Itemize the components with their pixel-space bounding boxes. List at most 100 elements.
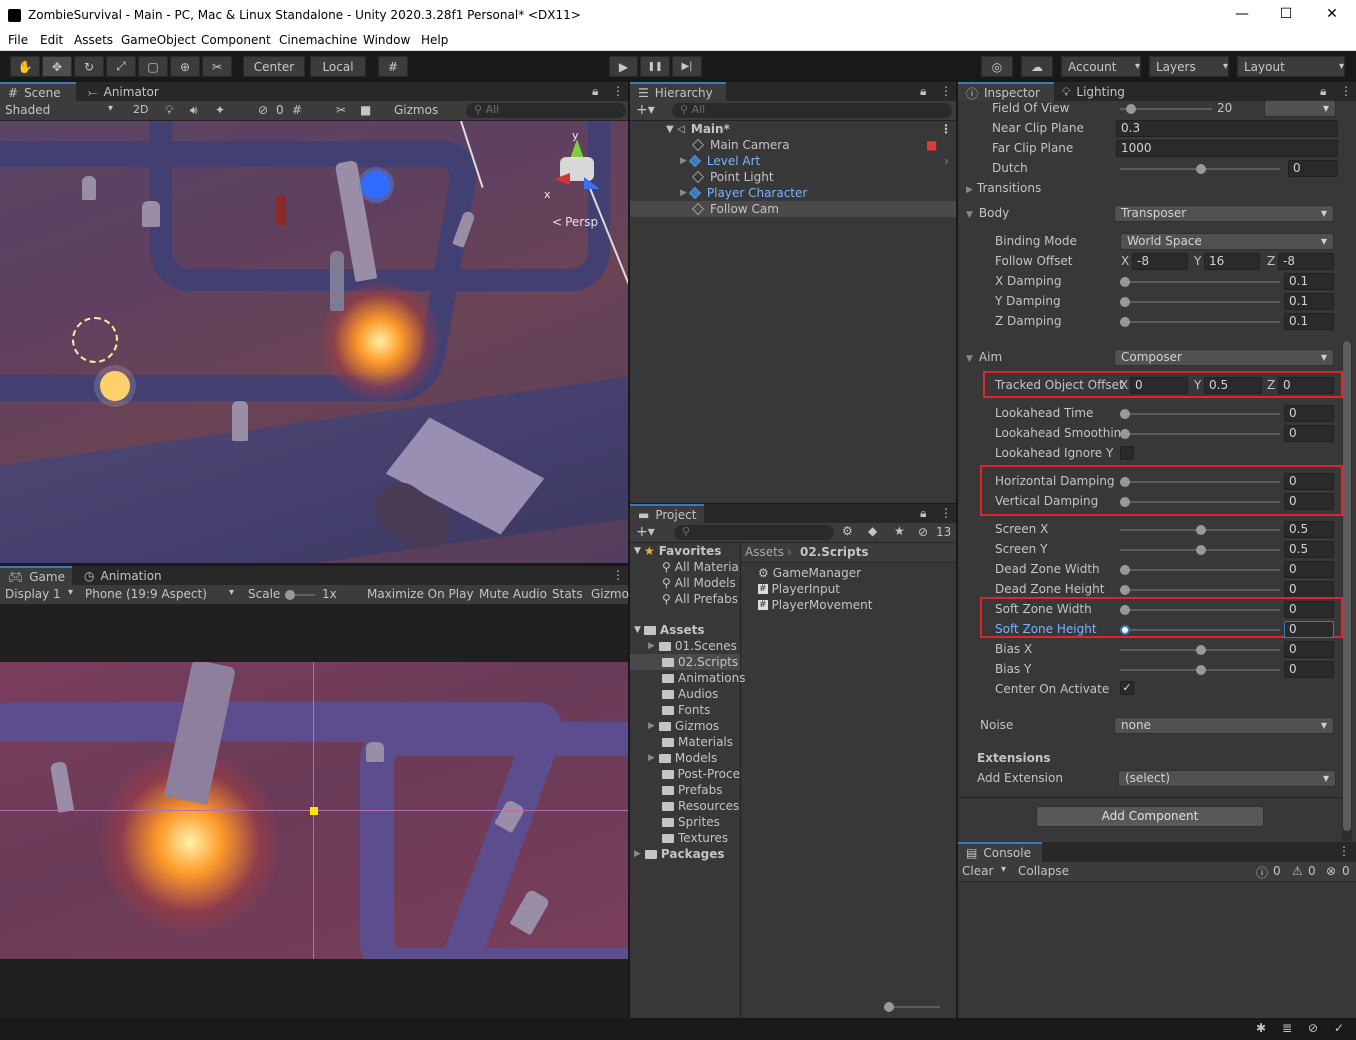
gizmos-button[interactable]: Gizmo <box>591 587 629 601</box>
slider-knob[interactable] <box>1120 605 1130 615</box>
kebab-menu-icon[interactable]: ⋮ <box>940 506 952 520</box>
light-bulb-icon[interactable] <box>100 371 130 401</box>
slider-knob[interactable] <box>285 590 295 600</box>
tab-console[interactable]: ▤ Console <box>958 842 1042 862</box>
bug-icon[interactable]: ✱ <box>1256 1021 1266 1035</box>
tab-project[interactable]: ▬ Project <box>630 504 704 524</box>
list-item[interactable]: ▶ Gizmos <box>648 718 719 734</box>
warning-icon[interactable]: ⚠ <box>1292 864 1303 878</box>
follow-offset-x-field[interactable]: -8 <box>1132 253 1188 270</box>
expand-arrow-icon[interactable]: ▼ <box>634 625 641 635</box>
list-item[interactable]: Post-Proce <box>662 766 740 782</box>
scale-slider[interactable] <box>285 590 315 600</box>
expand-arrow-icon[interactable]: ▶ <box>648 721 655 731</box>
tab-animator[interactable]: ⤚ Animator <box>80 82 167 102</box>
step-button[interactable]: ▶| <box>672 56 702 77</box>
tools-icon[interactable]: ✂ <box>336 103 346 117</box>
menu-assets[interactable]: Assets <box>74 33 113 47</box>
maximize-on-play-button[interactable]: Maximize On Play <box>367 587 474 601</box>
list-item[interactable]: Animations <box>662 670 745 686</box>
gizmos-dropdown[interactable]: Gizmos <box>394 103 438 117</box>
split-divider[interactable] <box>740 543 741 1018</box>
slider-knob[interactable] <box>1196 645 1206 655</box>
bias-x-field[interactable]: 0 <box>1284 641 1334 658</box>
vertical-damping-slider[interactable] <box>1120 497 1280 507</box>
noise-dropdown[interactable]: none <box>1114 717 1334 734</box>
list-item[interactable]: ⚲ All Materia <box>662 559 739 575</box>
hierarchy-search-input[interactable]: ⚲ All <box>672 103 952 118</box>
scrollbar-thumb[interactable] <box>1343 341 1351 831</box>
kebab-menu-icon[interactable]: ⋮ <box>612 568 624 582</box>
near-clip-field[interactable]: 0.3 <box>1116 120 1338 137</box>
lookahead-smoothing-field[interactable]: 0 <box>1284 425 1334 442</box>
kebab-menu-icon[interactable]: ⋮ <box>940 84 952 98</box>
slider-knob[interactable] <box>1120 565 1130 575</box>
tracked-offset-y-field[interactable]: 0.5 <box>1204 377 1262 394</box>
account-dropdown[interactable]: Account <box>1061 56 1141 77</box>
list-item[interactable]: Point Light <box>630 169 956 185</box>
close-button[interactable]: ✕ <box>1322 6 1342 22</box>
tab-scene[interactable]: # Scene <box>0 82 76 102</box>
light-gizmo-icon[interactable] <box>72 317 118 363</box>
breadcrumb-assets[interactable]: Assets <box>745 545 784 559</box>
slider-knob[interactable] <box>1196 525 1206 535</box>
aspect-dropdown[interactable]: Phone (19:9 Aspect) <box>85 587 207 601</box>
add-icon[interactable]: +▾ <box>636 102 655 118</box>
add-component-button[interactable]: Add Component <box>1036 806 1264 827</box>
pivot-center-button[interactable]: Center <box>243 56 305 77</box>
y-axis-cone[interactable] <box>570 139 584 159</box>
kebab-menu-icon[interactable]: ⋮ <box>612 84 624 98</box>
move-tool-icon[interactable]: ✥ <box>42 56 72 77</box>
kebab-menu-icon[interactable]: ⋮ <box>1338 844 1350 858</box>
minimize-button[interactable]: — <box>1232 6 1252 22</box>
error-icon[interactable]: ⊗ <box>1326 864 1336 878</box>
collapse-button[interactable]: Collapse <box>1018 864 1069 878</box>
effects-toggle-icon[interactable]: ✦ <box>215 103 225 117</box>
soft-zone-height-slider[interactable] <box>1120 625 1280 635</box>
list-item[interactable]: Audios <box>662 686 718 702</box>
x-damping-field[interactable]: 0.1 <box>1284 273 1334 290</box>
breadcrumb-current[interactable]: 02.Scripts <box>800 545 869 559</box>
slider-knob[interactable] <box>1120 625 1130 635</box>
expand-arrow-icon[interactable]: ▶ <box>680 188 687 198</box>
menu-cinemachine[interactable]: Cinemachine <box>279 33 357 47</box>
screen-y-slider[interactable] <box>1120 545 1280 555</box>
assets-folder[interactable]: ▼ Assets <box>634 622 705 638</box>
sun-light-icon[interactable] <box>362 171 390 199</box>
field-of-view-slider[interactable] <box>1120 104 1212 114</box>
slider-knob[interactable] <box>1120 409 1130 419</box>
tab-animation[interactable]: ◷ Animation <box>76 566 170 586</box>
favorite-star-icon[interactable]: ★ <box>894 524 905 538</box>
info-icon[interactable]: ⓘ <box>1256 864 1268 881</box>
player-character[interactable] <box>276 195 286 225</box>
maximize-button[interactable]: ☐ <box>1276 6 1296 22</box>
screen-x-slider[interactable] <box>1120 525 1280 535</box>
camera-icon[interactable]: ■ <box>360 103 371 117</box>
list-item[interactable]: Follow Cam <box>630 201 956 217</box>
scale-tool-icon[interactable]: ⤢ <box>106 56 136 77</box>
soft-zone-height-field[interactable]: 0 <box>1284 621 1334 638</box>
custom-tool-icon[interactable]: ✂ <box>202 56 232 77</box>
grid-snap-icon[interactable]: # <box>378 56 408 77</box>
scrollbar-track[interactable] <box>1342 341 1352 841</box>
menu-edit[interactable]: Edit <box>40 33 63 47</box>
list-item[interactable]: ⚲ All Models <box>662 575 736 591</box>
favorites-folder[interactable]: ▼ ★ Favorites <box>634 543 721 559</box>
lookahead-smoothing-slider[interactable] <box>1120 429 1280 439</box>
list-item[interactable]: # PlayerMovement <box>758 597 872 613</box>
slider-knob[interactable] <box>1126 104 1136 114</box>
tracked-offset-z-field[interactable]: 0 <box>1278 377 1334 394</box>
menu-window[interactable]: Window <box>363 33 410 47</box>
menu-help[interactable]: Help <box>421 33 448 47</box>
hand-tool-icon[interactable]: ✋ <box>10 56 40 77</box>
transitions-foldout[interactable]: ▶ Transitions <box>966 181 1041 195</box>
vertical-damping-field[interactable]: 0 <box>1284 493 1334 510</box>
lookahead-time-slider[interactable] <box>1120 409 1280 419</box>
slider-knob[interactable] <box>1120 297 1130 307</box>
transform-tool-icon[interactable]: ⊕ <box>170 56 200 77</box>
play-button[interactable]: ▶ <box>609 56 638 77</box>
tab-inspector[interactable]: ⓘ Inspector <box>958 82 1054 102</box>
list-item[interactable]: Textures <box>662 830 728 846</box>
add-extension-dropdown[interactable]: (select) <box>1118 770 1336 787</box>
grid-toggle-icon[interactable]: # <box>292 103 302 117</box>
